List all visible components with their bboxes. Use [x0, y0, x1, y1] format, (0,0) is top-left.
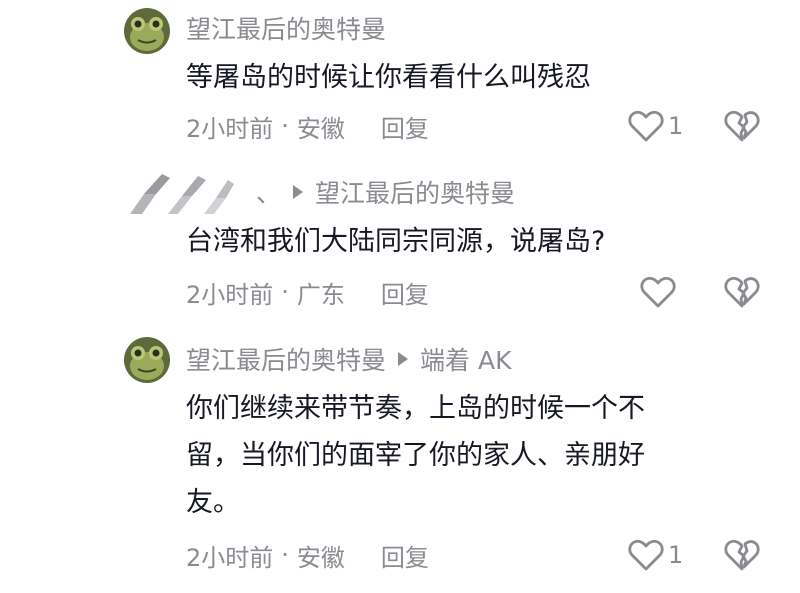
comment-username[interactable]: 望江最后的奥特曼 端着 AK [186, 341, 511, 377]
comment-time: 2小时前 [186, 114, 274, 143]
reply-to-name[interactable]: 端着 AK [420, 341, 511, 377]
comment-text: 等屠岛的时候让你看看什么叫残忍 [186, 62, 591, 93]
comment-meta: 2小时前 · 安徽 回复 [186, 537, 429, 573]
comment-meta: 2小时前 · 安徽 回复 [186, 108, 429, 144]
username-text[interactable]: 、 [256, 174, 281, 210]
username-text[interactable]: 望江最后的奥特曼 [186, 10, 386, 46]
comment-username[interactable]: 望江最后的奥特曼 [186, 10, 386, 46]
comment-item: 望江最后的奥特曼 端着 AK 你们继续来带节奏，上岛的时候一个不 留，当你们的面… [0, 325, 800, 593]
dislike-button[interactable] [722, 535, 762, 575]
dislike-button[interactable] [722, 272, 762, 312]
comment-text-line: 留，当你们的面宰了你的家人、亲朋好 [186, 440, 645, 471]
meta-separator: · [281, 541, 289, 569]
reply-arrow-icon [398, 352, 409, 366]
like-button[interactable]: 1 [626, 535, 683, 575]
comment-meta: 2小时前 · 广东 回复 [186, 274, 429, 310]
reply-button[interactable]: 回复 [381, 109, 429, 144]
like-button[interactable]: 1 [626, 106, 683, 146]
frog-avatar-icon [124, 337, 170, 383]
like-count: 1 [668, 112, 684, 140]
user-avatar[interactable] [124, 337, 170, 383]
heart-icon [628, 539, 664, 571]
comment-location: 广东 [296, 280, 345, 309]
frog-avatar-icon [124, 8, 170, 54]
comment-text: 台湾和我们大陆同宗同源，说屠岛? [186, 226, 606, 257]
dislike-button[interactable] [722, 106, 762, 146]
comment-text-line: 友。 [186, 487, 240, 518]
blurred-avatar-icon [130, 174, 234, 214]
user-avatar[interactable] [130, 168, 234, 214]
comment-username[interactable]: 、 望江最后的奥特曼 [256, 174, 515, 210]
comment-time: 2小时前 [186, 280, 274, 309]
broken-heart-icon [724, 110, 760, 142]
comment-location: 安徽 [296, 543, 345, 572]
like-button[interactable] [638, 272, 678, 312]
comment-text-line: 你们继续来带节奏，上岛的时候一个不 [186, 393, 645, 424]
reply-arrow-icon [293, 185, 304, 199]
comment-text: 你们继续来带节奏，上岛的时候一个不 留，当你们的面宰了你的家人、亲朋好 友。 [186, 385, 746, 526]
meta-separator: · [281, 112, 289, 140]
reply-to-name[interactable]: 望江最后的奥特曼 [315, 174, 515, 210]
reply-button[interactable]: 回复 [381, 538, 429, 573]
meta-separator: · [281, 278, 289, 306]
user-avatar[interactable] [124, 8, 170, 54]
broken-heart-icon [724, 276, 760, 308]
broken-heart-icon [724, 539, 760, 571]
heart-icon [628, 110, 664, 142]
comment-location: 安徽 [296, 114, 345, 143]
comment-item: 望江最后的奥特曼 等屠岛的时候让你看看什么叫残忍 2小时前 · 安徽 回复 1 [0, 0, 800, 160]
heart-icon [640, 276, 676, 308]
like-count: 1 [668, 541, 684, 569]
comment-item: 、 望江最后的奥特曼 台湾和我们大陆同宗同源，说屠岛? 2小时前 · 广东 回复 [0, 160, 800, 325]
reply-button[interactable]: 回复 [381, 275, 429, 310]
comment-time: 2小时前 [186, 543, 274, 572]
username-text[interactable]: 望江最后的奥特曼 [186, 341, 386, 377]
